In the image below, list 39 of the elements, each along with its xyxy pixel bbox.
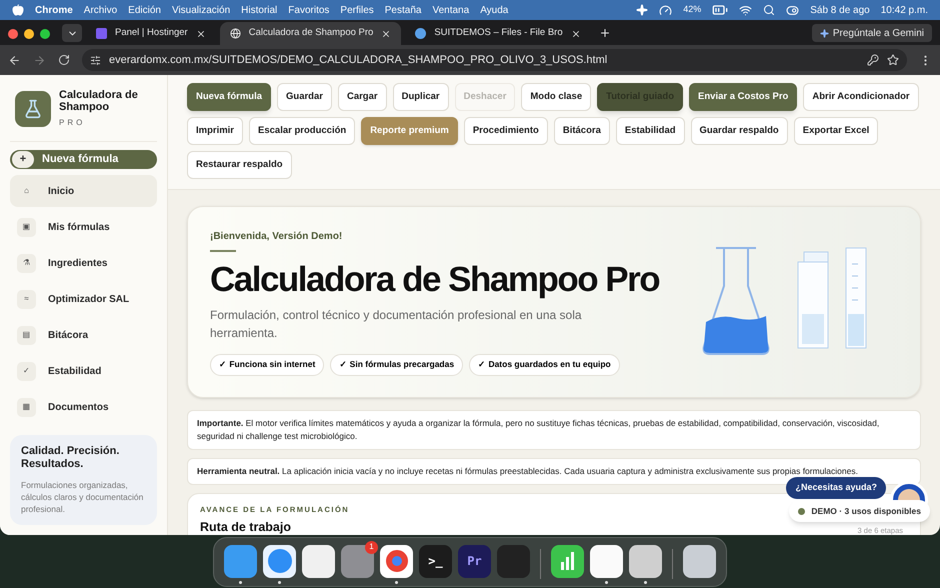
tab-title: Calculadora de Shampoo Pro xyxy=(248,26,374,40)
nav-label: Estabilidad xyxy=(48,364,102,378)
notification-badge: 1 xyxy=(365,540,378,554)
nav-icon: ⚗ xyxy=(17,254,36,272)
nav-label: Documentos xyxy=(48,400,109,414)
progress-title: Ruta de trabajo xyxy=(200,519,291,535)
nav-icon: ≈ xyxy=(17,290,36,308)
promo-text: Formulaciones organizadas, cálculos claros y documentación profesional. xyxy=(21,479,144,515)
welcome-eyebrow: ¡Bienvenida, Versión Demo! xyxy=(210,230,344,244)
dock-icon-label: Pr xyxy=(467,553,482,570)
nav-label: Mis fórmulas xyxy=(48,220,110,234)
feature-pill: ✓ Funciona sin internet xyxy=(210,354,324,376)
plus-icon: + xyxy=(12,151,34,168)
feature-pill: ✓ Datos guardados en tu equipo xyxy=(469,354,620,376)
nav-icon: ✓ xyxy=(17,362,36,380)
feature-pill: ✓ Sin fórmulas precargadas xyxy=(330,354,464,376)
nav-icon: ▦ xyxy=(17,398,36,416)
nav-icon: ▣ xyxy=(17,218,36,236)
tab-title: Panel | Hostinger xyxy=(115,26,188,40)
promo-title: Calidad. Precisión. Resultados. xyxy=(21,445,120,471)
demo-badge-label: DEMO · 3 usos disponibles xyxy=(811,504,921,518)
hero-title: Calculadora de Shampoo Pro xyxy=(210,260,660,300)
dock-icon-label: >_ xyxy=(428,553,443,570)
app-title: Calculadora de Shampoo xyxy=(59,89,139,113)
nav-label: Optimizador SAL xyxy=(48,292,130,306)
nav-icon: ▤ xyxy=(17,326,36,344)
menu-date: Sáb 8 de ago xyxy=(810,4,870,18)
menu-time: 10:42 p.m. xyxy=(880,4,928,18)
nav-label: Ingredientes xyxy=(48,256,108,270)
nav-label: Inicio xyxy=(48,184,74,198)
app-subtitle: PRO xyxy=(59,117,86,129)
tab-title: SUITDEMOS – Files - File Bro xyxy=(434,26,563,40)
battery-percent: 42% xyxy=(683,3,702,16)
url-text: everardomx.com.mx/SUITDEMOS/DEMO_CALCULADORA_SHAMPOO_PRO_OLIVO_3_USOS.html xyxy=(109,52,608,68)
nav-label: Bitácora xyxy=(48,328,88,342)
note-card: Importante. El motor verifica límites matemáticos y ayuda a organizar la fórmula, pero no sustituye fichas técnicas, pruebas de estabilidad, compatibilidad, conservación, viscosidad, seguridad ni challenge test microbiológico. xyxy=(187,410,921,450)
nav-icon: ⌂ xyxy=(17,182,36,200)
hero-subtitle: Formulación, control técnico y documentación profesional en una sola herramienta. xyxy=(210,306,583,342)
note-card: Herramienta neutral. La aplicación inicia vacía y no incluye recetas ni fórmulas preestablecidas. Cada usuaria captura y administra exclusivamente sus propias formulaciones. xyxy=(187,458,921,485)
